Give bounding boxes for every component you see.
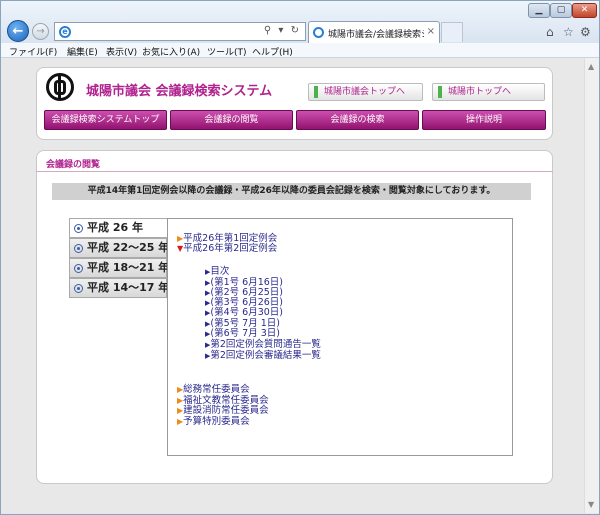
nav-browse-minutes[interactable]: 会議録の閲覧 <box>170 110 293 130</box>
address-bar[interactable]: e ⚲ ▾ ↻ <box>54 22 306 41</box>
search-icon[interactable]: ⚲ <box>264 25 273 36</box>
menu-view[interactable]: 表示(V) <box>106 45 137 58</box>
notice-bar: 平成14年第1回定例会以降の会議録・平成26年以降の委員会記録を検索・閲覧対象に… <box>52 183 531 200</box>
new-tab-button[interactable] <box>441 22 463 42</box>
nav-search-minutes[interactable]: 会議録の検索 <box>296 110 419 130</box>
home-icon[interactable]: ⌂ <box>546 25 554 39</box>
radio-circle-icon <box>74 284 83 293</box>
minimize-button[interactable]: ▁ <box>528 3 550 18</box>
browser-tab-active[interactable]: 城陽市議会/会議録検索シ... × <box>308 21 440 43</box>
settings-gear-icon[interactable]: ⚙ <box>580 25 591 39</box>
tab-title: 城陽市議会/会議録検索シ... <box>328 30 424 40</box>
committee-link[interactable]: ▶建設消防常任委員会 <box>177 405 269 416</box>
green-bar-icon <box>314 86 318 98</box>
favorites-star-icon[interactable]: ☆ <box>563 25 574 39</box>
radio-circle-icon <box>74 224 83 233</box>
year-tab-h26[interactable]: 平成 26 年 <box>69 218 167 238</box>
city-emblem-logo <box>46 73 74 101</box>
dropdown-icon[interactable]: ▾ <box>278 25 285 36</box>
menu-edit[interactable]: 編集(E) <box>67 45 98 58</box>
refresh-icon[interactable]: ↻ <box>291 25 301 36</box>
section-title: 会議録の閲覧 <box>46 160 101 170</box>
menu-help[interactable]: ヘルプ(H) <box>252 45 293 58</box>
tab-close-icon[interactable]: × <box>427 26 435 37</box>
menu-tools[interactable]: ツール(T) <box>207 45 247 58</box>
year-tab-h22-25[interactable]: 平成 22～25 年 <box>69 238 169 258</box>
nav-system-top[interactable]: 会議録検索システムトップ <box>44 110 167 130</box>
browser-titlebar: ← → e ⚲ ▾ ↻ 城陽市議会/会議録検索シ... × ▁ ▢ ✕ ⌂ ☆ … <box>1 1 599 43</box>
address-tools[interactable]: ⚲ ▾ ↻ <box>264 25 301 36</box>
city-council-top-link[interactable]: 城陽市議会トップへ <box>308 83 423 101</box>
menu-favorites[interactable]: お気に入り(A) <box>142 45 200 58</box>
year-tab-h14-17[interactable]: 平成 14～17 年 <box>69 278 169 298</box>
forward-button[interactable]: → <box>32 23 49 40</box>
close-window-button[interactable]: ✕ <box>572 3 597 18</box>
committee-link[interactable]: ▶予算特別委員会 <box>177 416 250 427</box>
vertical-scrollbar[interactable]: ▲ ▼ <box>584 58 599 513</box>
arrow-right-icon: → <box>36 26 45 37</box>
maximize-button[interactable]: ▢ <box>550 3 572 18</box>
radio-circle-icon <box>74 244 83 253</box>
year-tab-h18-21[interactable]: 平成 18～21 年 <box>69 258 169 278</box>
menu-bar: ファイル(F) 編集(E) 表示(V) お気に入り(A) ツール(T) ヘルプ(… <box>1 43 599 58</box>
city-top-link[interactable]: 城陽市トップへ <box>432 83 545 101</box>
section-divider <box>36 171 553 172</box>
radio-circle-icon <box>74 264 83 273</box>
menu-file[interactable]: ファイル(F) <box>9 45 57 58</box>
scroll-down-icon[interactable]: ▼ <box>588 500 594 509</box>
committee-link[interactable]: ▶総務常任委員会 <box>177 384 250 395</box>
green-bar-icon <box>438 86 442 98</box>
ie-tab-icon <box>313 27 324 38</box>
ie-icon: e <box>59 26 71 38</box>
session-item-link[interactable]: ▶第2回定例会審議結果一覧 <box>205 350 321 362</box>
arrow-left-icon: ← <box>12 23 24 39</box>
nav-operation-guide[interactable]: 操作説明 <box>422 110 546 130</box>
site-title: 城陽市議会 会議録検索システム <box>86 84 273 99</box>
main-navigation: 会議録検索システムトップ 会議録の閲覧 会議録の検索 操作説明 <box>44 110 548 130</box>
back-button[interactable]: ← <box>7 20 29 42</box>
scroll-up-icon[interactable]: ▲ <box>588 62 594 71</box>
session-link-h26-2[interactable]: ▼平成26年第2回定例会 <box>177 243 277 254</box>
